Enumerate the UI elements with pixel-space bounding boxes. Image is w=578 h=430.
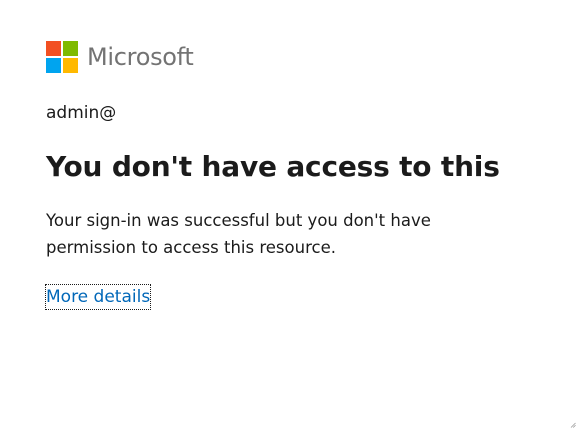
error-page: Microsoft admin@ You don't have access t… bbox=[0, 0, 578, 430]
error-message: Your sign-in was successful but you don'… bbox=[46, 211, 431, 257]
logo-square-blue bbox=[46, 57, 61, 73]
more-details-link[interactable]: More details bbox=[44, 284, 152, 310]
resize-grip-icon bbox=[570, 422, 576, 428]
account-username: admin@ bbox=[46, 103, 117, 123]
logo-square-red bbox=[46, 40, 61, 56]
page-title: You don't have access to this bbox=[46, 150, 500, 183]
microsoft-logo-icon bbox=[46, 40, 78, 73]
logo-square-green bbox=[63, 40, 78, 56]
microsoft-logo: Microsoft bbox=[46, 40, 194, 73]
brand-name: Microsoft bbox=[87, 42, 194, 71]
logo-square-yellow bbox=[63, 57, 78, 73]
